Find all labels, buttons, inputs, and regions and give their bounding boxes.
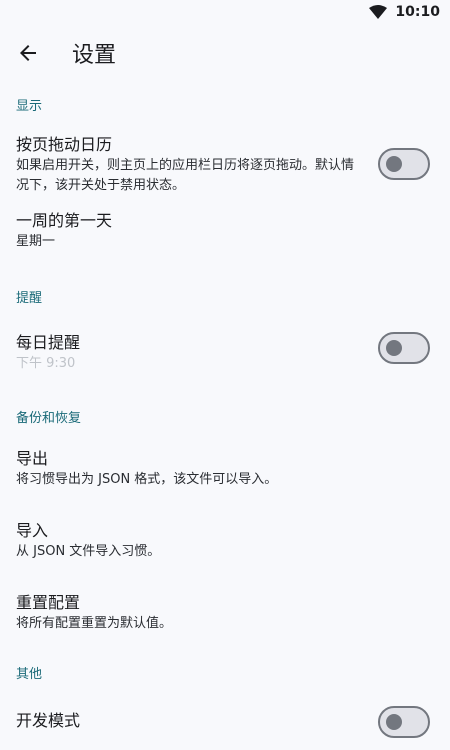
setting-swipe-calendar[interactable]: 按页拖动日历 如果启用开关，则主页上的应用栏日历将逐页拖动。默认情况下，该开关处… [0,126,450,202]
app-bar: 设置 [0,24,450,82]
setting-export[interactable]: 导出 将习惯导出为 JSON 格式，该文件可以导入。 [0,438,450,510]
setting-reset[interactable]: 重置配置 将所有配置重置为默认值。 [0,582,450,650]
setting-title: 导出 [16,449,49,468]
back-button[interactable] [0,25,56,81]
status-time: 10:10 [395,4,440,20]
page-title: 设置 [72,43,117,68]
setting-summary: 如果启用开关，则主页上的应用栏日历将逐页拖动。默认情况下，该开关处于禁用状态。 [16,158,355,193]
wifi-icon [369,5,388,19]
setting-import[interactable]: 导入 从 JSON 文件导入习惯。 [0,510,450,582]
setting-summary: 下午 9:30 [16,356,76,371]
setting-title: 重置配置 [16,593,81,612]
setting-summary: 将所有配置重置为默认值。 [16,616,173,631]
developer-mode-switch[interactable] [378,706,430,738]
setting-title: 一周的第一天 [16,211,113,230]
section-header-backup: 备份和恢复 [16,410,82,426]
setting-summary: 从 JSON 文件导入习惯。 [16,544,161,559]
setting-title: 按页拖动日历 [16,135,113,154]
setting-first-day[interactable]: 一周的第一天 星期一 [0,202,450,274]
setting-summary: 星期一 [16,234,56,249]
setting-daily-reminder[interactable]: 每日提醒 下午 9:30 [0,318,450,394]
section-header-reminders: 提醒 [16,290,43,306]
setting-summary: 将习惯导出为 JSON 格式，该文件可以导入。 [16,472,278,487]
status-bar: 10:10 [0,0,450,24]
daily-reminder-switch[interactable] [378,332,430,364]
section-header-other: 其他 [16,666,43,682]
settings-list: 显示 按页拖动日历 如果启用开关，则主页上的应用栏日历将逐页拖动。默认情况下，该… [0,82,450,750]
section-header-display: 显示 [16,98,43,114]
swipe-calendar-switch[interactable] [378,148,430,180]
setting-developer-mode[interactable]: 开发模式 [0,694,450,750]
switch-thumb [386,340,402,356]
setting-title: 导入 [16,521,49,540]
switch-thumb [386,156,402,172]
arrow-back-icon [20,45,36,61]
setting-title: 开发模式 [16,711,81,730]
switch-thumb [386,714,402,730]
setting-title: 每日提醒 [16,333,81,352]
